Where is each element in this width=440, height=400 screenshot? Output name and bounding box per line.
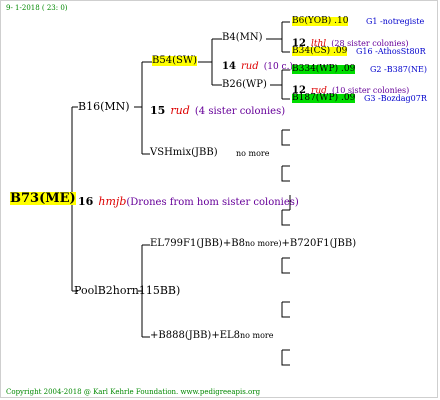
vshmix-note: no more (236, 149, 270, 158)
node-b888[interactable]: +B888(JBB)+EL8no more (150, 331, 274, 341)
el799-stub-2 (281, 258, 290, 274)
node-b6[interactable]: B6(YOB) .10 (292, 17, 349, 26)
b187-note: G3 -Bozdag07R (364, 94, 427, 103)
node-b34[interactable]: B34(CS) .09 (292, 47, 348, 56)
node-poolb2horn[interactable]: PoolB2horn115BB) (74, 285, 180, 296)
b888-note: no more (240, 331, 274, 340)
b16-gen-name: rud (170, 104, 190, 117)
root-generation: 16 hmjb(Drones from hom sister colonies) (78, 192, 299, 208)
el799-label: EL799F1(JBB)+B8 (150, 238, 245, 249)
node-b54[interactable]: B54(SW) (152, 56, 198, 66)
vsh-stub-top (281, 130, 290, 146)
vsh-stub-bot (281, 166, 290, 182)
b6-note: G1 -notregiste (366, 17, 425, 26)
b54-gen-num: 14 (222, 61, 236, 72)
node-b4[interactable]: B4(MN) (222, 33, 263, 43)
b888-label: +B888(JBB)+EL8 (150, 330, 241, 341)
b888-stub-1 (281, 302, 290, 318)
node-b26[interactable]: B26(WP) (222, 80, 267, 90)
el799-stub-1 (281, 210, 290, 226)
node-b334[interactable]: B334(WP) .09 (292, 65, 356, 74)
b34-note: G16 -AthosSt80R (356, 47, 426, 56)
b54-generation: 14 rud (10 c.) (222, 56, 293, 72)
copyright-footer: Copyright 2004-2018 @ Karl Kehrle Founda… (6, 388, 261, 396)
root-gen-num: 16 (78, 195, 94, 208)
node-b16[interactable]: B16(MN) (78, 101, 130, 112)
el799-note: no more) (244, 239, 282, 248)
b16-gen-note: (4 sister colonies) (194, 106, 286, 117)
root-gen-note: (Drones from hom sister colonies) (126, 197, 299, 208)
node-b187[interactable]: B187(WP) .09 (292, 94, 356, 103)
root-node[interactable]: B73(ME) (10, 192, 76, 205)
b888-stub-2 (281, 350, 290, 366)
root-gen-name: hmjb (98, 195, 127, 208)
generation-date: 9- 1-2018 ( 23: 0) (6, 4, 68, 12)
b334-note: G2 -B387(NE) (370, 65, 427, 74)
el799-tail: +B720F1(JBB) (281, 238, 357, 249)
node-vshmix[interactable]: VSHmix(JBB) (150, 148, 218, 158)
node-el799[interactable]: EL799F1(JBB)+B8no more)+B720F1(JBB) (150, 239, 356, 249)
b16-gen-num: 15 (150, 104, 166, 117)
b54-gen-note: (10 c.) (263, 62, 293, 72)
b54-gen-name: rud (241, 61, 259, 72)
b16-generation: 15 rud (4 sister colonies) (150, 101, 285, 117)
